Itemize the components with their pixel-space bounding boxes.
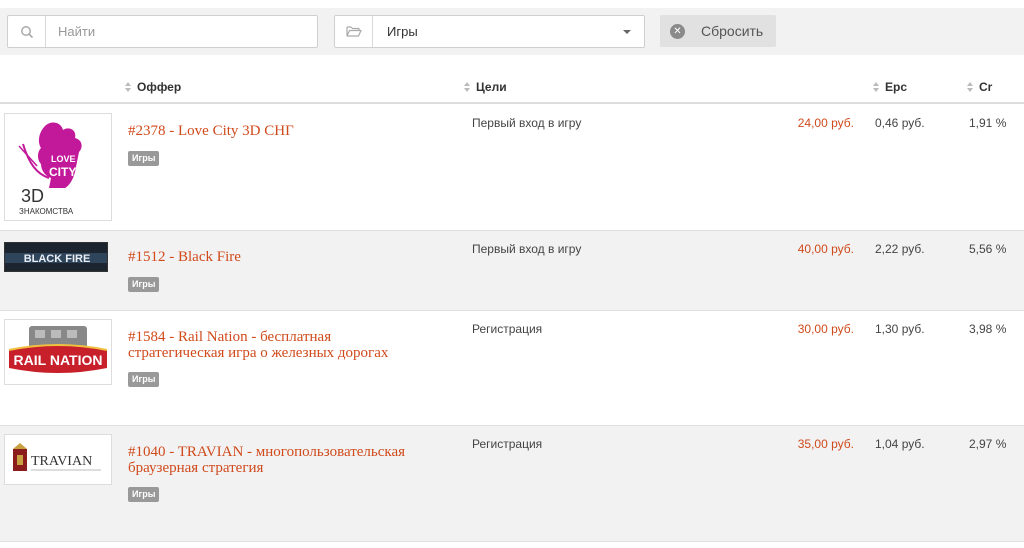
close-circle-icon: ✕ (670, 23, 685, 39)
logo-text-rail-nation: RAIL NATION (14, 352, 103, 368)
offer-title-link[interactable]: #1040 - TRAVIAN - многопользовательская … (128, 444, 405, 476)
table-row: BLACK FIRE #1512 - Black Fire Игры Первы… (0, 231, 1024, 311)
rail-nation-logo[interactable]: RAIL NATION (4, 319, 112, 385)
table-row: TRAVIAN #1040 - TRAVIAN - многопользоват… (0, 426, 1024, 542)
payout-value: 24,00 руб. (797, 116, 854, 130)
logo-text-city: CITY (49, 165, 76, 179)
category-tag: Игры (128, 372, 160, 387)
epc-value: 2,22 руб. (875, 242, 925, 256)
search-input[interactable] (47, 16, 315, 47)
table-header: Оффер Цели Epc Cr (0, 74, 1024, 104)
search-box[interactable] (7, 15, 318, 48)
column-header-offer[interactable]: Оффер (125, 80, 181, 94)
goal-text: Первый вход в игру (472, 242, 582, 256)
sort-icon (873, 82, 879, 92)
folder-open-icon (335, 16, 373, 47)
cr-value: 5,56 % (969, 242, 1007, 256)
cr-value: 2,97 % (969, 437, 1007, 451)
column-header-goals-label: Цели (476, 80, 507, 94)
logo-text-dating: ЗНАКОМСТВА (19, 207, 74, 216)
column-header-epc-label: Epc (885, 80, 908, 94)
logo-text-black-fire: BLACK FIRE (24, 253, 91, 265)
travian-logo[interactable]: TRAVIAN (4, 434, 112, 485)
table-row: RAIL NATION #1584 - Rail Nation - беспла… (0, 311, 1024, 426)
cr-value: 3,98 % (969, 322, 1007, 336)
reset-button-label: Сбросить (701, 23, 764, 39)
payout-value: 35,00 руб. (797, 437, 854, 451)
offer-title-line: #1040 - TRAVIAN - многопользовательская (128, 444, 406, 460)
category-tag: Игры (128, 277, 160, 292)
column-header-goals[interactable]: Цели (464, 80, 507, 94)
logo-text-3d: 3D (21, 186, 44, 206)
love-city-3d-logo[interactable]: LOVE CITY 3D ЗНАКОМСТВА (4, 113, 112, 221)
epc-value: 0,46 руб. (875, 116, 925, 130)
chevron-down-icon (623, 30, 631, 34)
filter-bar: Игры ✕ Сбросить (0, 8, 1024, 55)
offer-title-link[interactable]: #1584 - Rail Nation - бесплатная стратег… (128, 329, 388, 361)
offer-title-line: #1584 - Rail Nation - бесплатная (128, 329, 332, 345)
goal-text: Первый вход в игру (472, 116, 582, 130)
offer-title-line: браузерная стратегия (128, 460, 264, 476)
offer-title-link[interactable]: #2378 - Love City 3D СНГ (128, 123, 294, 139)
sort-icon (125, 82, 131, 92)
search-icon (8, 16, 46, 47)
column-header-epc[interactable]: Epc (873, 80, 907, 94)
column-header-offer-label: Оффер (137, 80, 182, 94)
reset-button[interactable]: ✕ Сбросить (660, 15, 776, 47)
column-header-cr[interactable]: Cr (967, 80, 992, 94)
offer-title-line: стратегическая игра о железных дорогах (128, 345, 389, 361)
goal-text: Регистрация (472, 322, 543, 336)
logo-text-travian: TRAVIAN (31, 454, 92, 469)
black-fire-logo[interactable]: BLACK FIRE (4, 242, 108, 272)
payout-value: 30,00 руб. (797, 322, 854, 336)
sort-icon (967, 82, 973, 92)
goal-text: Регистрация (472, 437, 543, 451)
category-tag: Игры (128, 151, 160, 166)
table-row: LOVE CITY 3D ЗНАКОМСТВА #2378 - Love Cit… (0, 105, 1024, 231)
epc-value: 1,30 руб. (875, 322, 925, 336)
offer-title-link[interactable]: #1512 - Black Fire (128, 249, 241, 265)
payout-value: 40,00 руб. (797, 242, 854, 256)
sort-icon (464, 82, 470, 92)
category-select[interactable]: Игры (334, 15, 645, 48)
category-select-value: Игры (387, 24, 418, 39)
category-tag: Игры (128, 487, 160, 502)
logo-text-love: LOVE (51, 154, 76, 164)
column-header-cr-label: Cr (979, 80, 993, 94)
cr-value: 1,91 % (969, 116, 1007, 130)
epc-value: 1,04 руб. (875, 437, 925, 451)
